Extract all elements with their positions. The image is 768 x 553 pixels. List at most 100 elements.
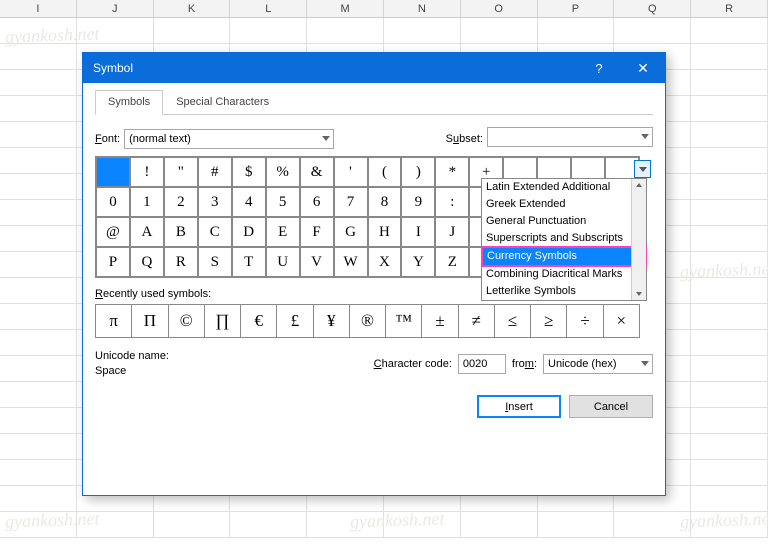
- dialog-title: Symbol: [93, 61, 577, 75]
- cancel-button[interactable]: Cancel: [569, 395, 653, 418]
- character-code-input[interactable]: [458, 354, 506, 374]
- from-label: from:: [512, 358, 537, 370]
- recent-symbol[interactable]: ≥: [531, 305, 567, 337]
- col-header[interactable]: R: [691, 0, 768, 17]
- symbol-cell[interactable]: :: [435, 187, 469, 217]
- symbol-cell[interactable]: 1: [130, 187, 164, 217]
- recent-symbol[interactable]: ™: [386, 305, 422, 337]
- recent-symbol[interactable]: ±: [422, 305, 458, 337]
- symbol-cell[interactable]: 2: [164, 187, 198, 217]
- symbol-cell[interactable]: #: [198, 157, 232, 187]
- symbol-dialog: Symbol ? ✕ Symbols Special Characters Fo…: [82, 52, 666, 496]
- col-header[interactable]: N: [384, 0, 461, 17]
- col-header[interactable]: I: [0, 0, 77, 17]
- col-header[interactable]: Q: [614, 0, 691, 17]
- unicode-name-value: Space: [95, 365, 368, 377]
- recent-symbol[interactable]: £: [277, 305, 313, 337]
- symbol-cell[interactable]: D: [232, 217, 266, 247]
- subset-option[interactable]: Latin Extended Additional: [482, 179, 646, 196]
- symbol-cell[interactable]: B: [164, 217, 198, 247]
- recent-symbol[interactable]: ×: [604, 305, 639, 337]
- recent-symbol[interactable]: ¥: [314, 305, 350, 337]
- recent-symbol[interactable]: π: [96, 305, 132, 337]
- subset-option[interactable]: Greek Extended: [482, 196, 646, 213]
- tabs: Symbols Special Characters: [95, 89, 653, 115]
- from-select[interactable]: Unicode (hex): [543, 354, 653, 374]
- symbol-cell[interactable]: R: [164, 247, 198, 277]
- recent-symbols: π Π © ∏ € £ ¥ ® ™ ± ≠ ≤ ≥ ÷ ×: [95, 304, 640, 338]
- recent-symbol[interactable]: ÷: [567, 305, 603, 337]
- subset-dropdown-list: Latin Extended Additional Greek Extended…: [481, 178, 647, 301]
- col-header[interactable]: O: [461, 0, 538, 17]
- subset-option[interactable]: General Punctuation: [482, 213, 646, 230]
- symbol-cell[interactable]: *: [435, 157, 469, 187]
- symbol-cell[interactable]: 6: [300, 187, 334, 217]
- unicode-name-label: Unicode name:: [95, 350, 368, 362]
- column-headers: I J K L M N O P Q R: [0, 0, 768, 18]
- col-header[interactable]: K: [154, 0, 231, 17]
- subset-dropdown-arrow-icon[interactable]: [634, 160, 651, 178]
- symbol-cell[interactable]: X: [368, 247, 402, 277]
- symbol-cell[interactable]: Y: [401, 247, 435, 277]
- symbol-cell[interactable]: 7: [334, 187, 368, 217]
- recent-symbol[interactable]: ≠: [459, 305, 495, 337]
- symbol-cell[interactable]: P: [96, 247, 130, 277]
- symbol-cell[interactable]: C: [198, 217, 232, 247]
- titlebar[interactable]: Symbol ? ✕: [83, 53, 665, 83]
- symbol-cell[interactable]: Z: [435, 247, 469, 277]
- symbol-cell[interactable]: ': [334, 157, 368, 187]
- symbol-cell[interactable]: ": [164, 157, 198, 187]
- symbol-cell[interactable]: 0: [96, 187, 130, 217]
- recent-symbol[interactable]: ®: [350, 305, 386, 337]
- symbol-cell[interactable]: V: [300, 247, 334, 277]
- col-header[interactable]: L: [230, 0, 307, 17]
- character-code-label: Character code:: [374, 358, 452, 370]
- symbol-cell[interactable]: I: [401, 217, 435, 247]
- symbol-cell[interactable]: W: [334, 247, 368, 277]
- symbol-cell[interactable]: A: [130, 217, 164, 247]
- subset-option[interactable]: Superscripts and Subscripts: [482, 230, 646, 247]
- recent-symbol[interactable]: €: [241, 305, 277, 337]
- subset-label: Subset:: [446, 133, 483, 145]
- insert-button[interactable]: Insert: [477, 395, 561, 418]
- close-button[interactable]: ✕: [621, 53, 665, 83]
- tab-symbols[interactable]: Symbols: [95, 90, 163, 115]
- symbol-cell[interactable]: 5: [266, 187, 300, 217]
- symbol-cell[interactable]: Q: [130, 247, 164, 277]
- col-header[interactable]: P: [538, 0, 615, 17]
- symbol-cell[interactable]: (: [368, 157, 402, 187]
- symbol-cell[interactable]: F: [300, 217, 334, 247]
- symbol-cell[interactable]: ): [401, 157, 435, 187]
- symbol-cell[interactable]: 4: [232, 187, 266, 217]
- recent-symbol[interactable]: Π: [132, 305, 168, 337]
- symbol-cell[interactable]: 9: [401, 187, 435, 217]
- subset-option[interactable]: Letterlike Symbols: [482, 283, 646, 300]
- symbol-cell[interactable]: &: [300, 157, 334, 187]
- subset-select[interactable]: [487, 127, 653, 147]
- symbol-cell[interactable]: S: [198, 247, 232, 277]
- subset-option[interactable]: Combining Diacritical Marks: [482, 266, 646, 283]
- symbol-cell[interactable]: H: [368, 217, 402, 247]
- symbol-cell[interactable]: J: [435, 217, 469, 247]
- symbol-cell[interactable]: G: [334, 217, 368, 247]
- symbol-cell[interactable]: U: [266, 247, 300, 277]
- font-select[interactable]: (normal text): [124, 129, 334, 149]
- symbol-cell[interactable]: $: [232, 157, 266, 187]
- symbol-cell[interactable]: !: [130, 157, 164, 187]
- subset-option-currency-symbols[interactable]: Currency Symbols: [481, 246, 647, 267]
- symbol-cell[interactable]: 3: [198, 187, 232, 217]
- recent-symbol[interactable]: ©: [169, 305, 205, 337]
- tab-special-characters[interactable]: Special Characters: [163, 90, 282, 115]
- symbol-cell[interactable]: T: [232, 247, 266, 277]
- symbol-cell[interactable]: E: [266, 217, 300, 247]
- symbol-cell[interactable]: 8: [368, 187, 402, 217]
- dropdown-scrollbar[interactable]: [631, 179, 646, 300]
- recent-symbol[interactable]: ≤: [495, 305, 531, 337]
- help-button[interactable]: ?: [577, 53, 621, 83]
- symbol-cell[interactable]: [96, 157, 130, 187]
- symbol-cell[interactable]: @: [96, 217, 130, 247]
- col-header[interactable]: M: [307, 0, 384, 17]
- recent-symbol[interactable]: ∏: [205, 305, 241, 337]
- col-header[interactable]: J: [77, 0, 154, 17]
- symbol-cell[interactable]: %: [266, 157, 300, 187]
